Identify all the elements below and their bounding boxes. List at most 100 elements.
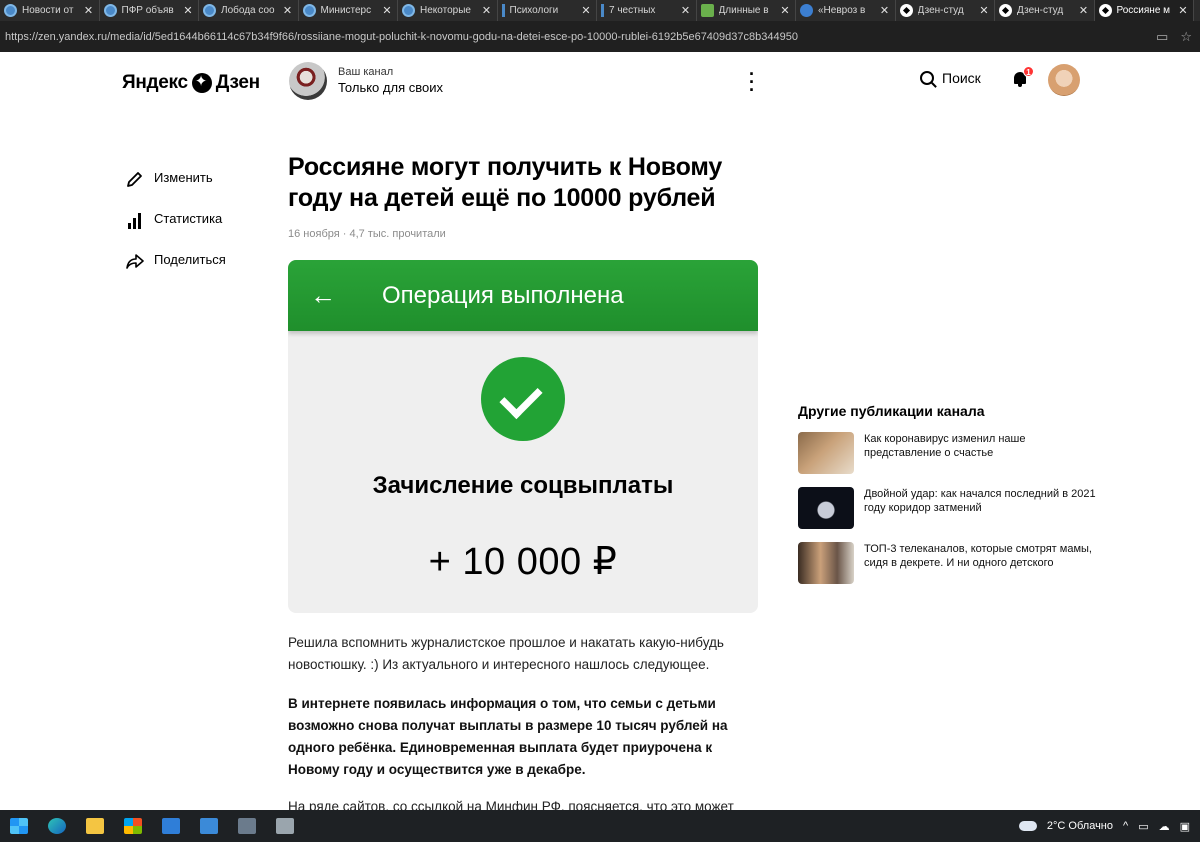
- taskbar-edge[interactable]: [38, 810, 76, 842]
- article-paragraph-3: На ряде сайтов, со ссылкой на Минфин РФ,…: [288, 799, 734, 810]
- tab-favicon-icon: [103, 4, 117, 17]
- tab-favicon-icon: [1098, 4, 1112, 17]
- browser-tab[interactable]: Длинные в ✕: [697, 0, 796, 21]
- edit-button[interactable]: Изменить: [125, 157, 226, 198]
- card-header: ← Операция выполнена: [288, 260, 758, 331]
- tab-close-icon[interactable]: ✕: [977, 4, 991, 17]
- notifications-button[interactable]: 1: [1012, 66, 1034, 88]
- zen-star-icon: [191, 72, 212, 93]
- browser-tab[interactable]: Психологи ✕: [498, 0, 597, 21]
- monitor-icon[interactable]: ▣: [1180, 820, 1190, 833]
- browser-tab[interactable]: «Невроз в ✕: [796, 0, 896, 21]
- news-icon: [200, 818, 218, 834]
- tab-close-icon[interactable]: ✕: [181, 4, 195, 17]
- tab-favicon-icon: [501, 4, 505, 17]
- url-text[interactable]: https://zen.yandex.ru/media/id/5ed1644b6…: [5, 31, 1156, 43]
- share-icon: [125, 250, 145, 270]
- taskbar-store[interactable]: [114, 810, 152, 842]
- pencil-icon: [125, 168, 145, 188]
- tab-favicon-icon: [402, 4, 415, 17]
- statistics-button[interactable]: Статистика: [125, 198, 226, 239]
- more-options-icon[interactable]: · · ·: [746, 65, 758, 99]
- tab-title: Новости от: [22, 5, 74, 16]
- tab-title: ПФР объяв: [121, 5, 174, 16]
- browser-tab[interactable]: Министерс ✕: [299, 0, 398, 21]
- browser-tab[interactable]: Дзен-студ ✕: [896, 0, 995, 21]
- tab-close-icon[interactable]: ✕: [480, 4, 494, 17]
- article-image-bank-card: ← Операция выполнена Зачисление соцвыпла…: [288, 260, 758, 613]
- browser-tab[interactable]: Новости от ✕: [0, 0, 100, 21]
- chevron-up-icon[interactable]: ^: [1123, 820, 1128, 832]
- cloud-sync-icon[interactable]: ☁: [1159, 820, 1170, 833]
- taskbar-news[interactable]: [190, 810, 228, 842]
- tab-title: Дзен-студ: [917, 5, 964, 16]
- publication-title: ТОП-3 телеканалов, которые смотрят мамы,…: [864, 543, 1092, 569]
- tab-close-icon[interactable]: ✕: [778, 4, 792, 17]
- tab-favicon-icon: [601, 4, 604, 17]
- browser-tab[interactable]: 7 честных ✕: [597, 0, 697, 21]
- other-publication-item[interactable]: ТОП-3 телеканалов, которые смотрят мамы,…: [798, 542, 1098, 584]
- article-actions: Изменить Статистика Поделиться: [125, 157, 226, 280]
- reader-mode-icon[interactable]: ▭: [1156, 29, 1168, 45]
- browser-tab[interactable]: ПФР объяв ✕: [100, 0, 199, 21]
- channel-name[interactable]: Только для своих: [338, 80, 443, 95]
- stats-icon: [125, 209, 145, 229]
- search-button[interactable]: Поиск: [920, 70, 981, 86]
- tab-close-icon[interactable]: ✕: [1077, 4, 1091, 17]
- taskbar-explorer[interactable]: [76, 810, 114, 842]
- card-amount: + 10 000 ₽: [428, 541, 618, 583]
- share-button[interactable]: Поделиться: [125, 239, 226, 280]
- taskbar-document[interactable]: [266, 810, 304, 842]
- favorites-icon[interactable]: ☆: [1180, 29, 1192, 45]
- bell-icon-clapper: [1018, 84, 1022, 87]
- windows-logo-icon: [10, 818, 28, 834]
- tab-favicon-icon: [302, 4, 316, 17]
- tab-close-icon[interactable]: ✕: [878, 4, 892, 17]
- other-publication-item[interactable]: Двойной удар: как начался последний в 20…: [798, 487, 1098, 529]
- tab-close-icon[interactable]: ✕: [579, 4, 593, 17]
- taskbar-mail[interactable]: [152, 810, 190, 842]
- tab-close-icon[interactable]: ✕: [1176, 4, 1190, 17]
- browser-tab[interactable]: Лобода соо ✕: [199, 0, 299, 21]
- browser-tab[interactable]: Некоторые ✕: [398, 0, 498, 21]
- tab-title: Некоторые: [420, 5, 471, 16]
- browser-tab[interactable]: Россияне м ✕: [1094, 0, 1194, 21]
- battery-icon[interactable]: ▭: [1138, 820, 1148, 833]
- tab-favicon-icon: [700, 4, 714, 17]
- tab-favicon-icon: [899, 4, 913, 17]
- edge-icon: [48, 818, 66, 834]
- browser-tab[interactable]: Дзен-студ ✕: [995, 0, 1095, 21]
- tab-title: Длинные в: [718, 5, 769, 16]
- browser-tab-strip: Новости от ✕ ПФР объяв ✕ Лобода соо ✕ Министер…: [0, 0, 1200, 21]
- channel-caption: Ваш канал: [338, 66, 394, 78]
- statistics-label: Статистика: [154, 211, 223, 226]
- weather-text[interactable]: 2°C Облачно: [1047, 820, 1113, 832]
- taskbar-calculator[interactable]: [228, 810, 266, 842]
- start-button[interactable]: [0, 810, 38, 842]
- logo-yandex-text: Яндекс: [122, 72, 188, 93]
- tab-close-icon[interactable]: ✕: [380, 4, 394, 17]
- store-icon: [124, 818, 142, 834]
- calculator-icon: [238, 818, 256, 834]
- edit-label: Изменить: [154, 170, 213, 185]
- tab-close-icon[interactable]: ✕: [82, 4, 96, 17]
- tab-close-icon[interactable]: ✕: [679, 4, 693, 17]
- publication-thumbnail: [798, 487, 854, 529]
- tab-close-icon[interactable]: ✕: [281, 4, 295, 17]
- search-icon: [920, 71, 934, 85]
- user-avatar[interactable]: [1048, 64, 1080, 96]
- tab-title: 7 честных: [609, 5, 656, 16]
- article-paragraph-1: Решила вспомнить журналистское прошлое и…: [288, 635, 724, 672]
- tab-title: Россияне м: [1116, 5, 1171, 16]
- document-icon: [276, 818, 294, 834]
- channel-avatar[interactable]: [289, 62, 327, 100]
- search-label: Поиск: [942, 70, 981, 86]
- tab-favicon-icon: [800, 4, 813, 17]
- card-header-title: Операция выполнена: [382, 281, 624, 309]
- tab-title: «Невроз в: [818, 5, 866, 16]
- other-publications-title: Другие публикации канала: [798, 403, 985, 419]
- logo-zen-text: Дзен: [215, 72, 260, 93]
- zen-logo[interactable]: Яндекс Дзен: [122, 72, 260, 94]
- address-bar[interactable]: https://zen.yandex.ru/media/id/5ed1644b6…: [0, 21, 1200, 52]
- other-publication-item[interactable]: Как коронавирус изменил наше представлен…: [798, 432, 1098, 474]
